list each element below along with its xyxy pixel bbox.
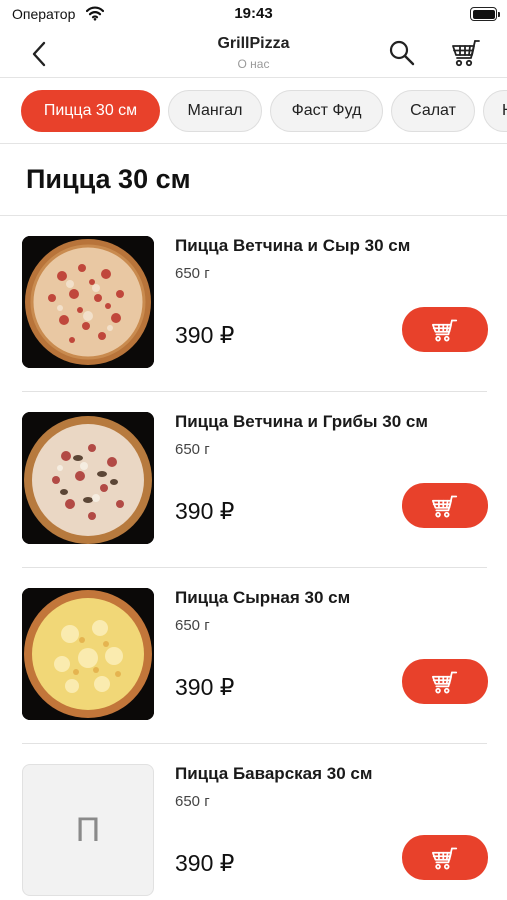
- product-name[interactable]: Пицца Баварская 30 см: [175, 764, 372, 784]
- product-name[interactable]: Пицца Ветчина и Грибы 30 см: [175, 412, 428, 432]
- category-chip-next[interactable]: Н: [483, 90, 507, 132]
- cart-icon: [432, 671, 458, 693]
- add-to-cart-button[interactable]: [402, 835, 488, 880]
- product-image-cheese: [22, 588, 154, 720]
- store-title: GrillPizza: [217, 35, 290, 52]
- product-weight: 650 г: [175, 793, 210, 810]
- product-image-placeholder: П: [22, 764, 154, 896]
- product-price: 390 ₽: [175, 850, 235, 876]
- status-bar: Оператор 19:43: [0, 0, 507, 30]
- product-weight: 650 г: [175, 265, 210, 282]
- search-icon: [389, 40, 415, 66]
- product-image-ham-mushroom: [22, 412, 154, 544]
- product-weight: 650 г: [175, 441, 210, 458]
- product-price: 390 ₽: [175, 674, 235, 700]
- status-time: 19:43: [234, 5, 273, 22]
- add-to-cart-button[interactable]: [402, 307, 488, 352]
- add-to-cart-button[interactable]: [402, 483, 488, 528]
- placeholder-letter: П: [75, 810, 101, 849]
- product-item[interactable]: Пицца Ветчина и Грибы 30 см 650 г 390 ₽: [0, 392, 507, 568]
- product-image-ham-cheese: [22, 236, 154, 368]
- cart-icon: [432, 319, 458, 341]
- category-chip-fast-food[interactable]: Фаст Фуд: [270, 90, 383, 132]
- cart-icon: [452, 40, 480, 67]
- category-chip-salad[interactable]: Салат: [391, 90, 475, 132]
- product-item[interactable]: Пицца Ветчина и Сыр 30 см 650 г 390 ₽: [0, 216, 507, 392]
- product-name[interactable]: Пицца Ветчина и Сыр 30 см: [175, 236, 410, 256]
- search-button[interactable]: [387, 38, 417, 68]
- navigation-bar: GrillPizza О нас: [0, 30, 507, 78]
- category-chip-mangal[interactable]: Мангал: [168, 90, 262, 132]
- product-name[interactable]: Пицца Сырная 30 см: [175, 588, 350, 608]
- battery-icon: [470, 7, 500, 21]
- section-title: Пицца 30 см: [26, 164, 191, 194]
- cart-icon: [432, 847, 458, 869]
- cart-button[interactable]: [450, 36, 484, 70]
- product-item[interactable]: Пицца Сырная 30 см 650 г 390 ₽: [0, 568, 507, 744]
- product-item[interactable]: П Пицца Баварская 30 см 650 г 390 ₽: [0, 744, 507, 900]
- product-weight: 650 г: [175, 617, 210, 634]
- product-price: 390 ₽: [175, 498, 235, 524]
- category-chip-pizza-30[interactable]: Пицца 30 см: [21, 90, 160, 132]
- about-link[interactable]: О нас: [0, 57, 507, 71]
- product-price: 390 ₽: [175, 322, 235, 348]
- add-to-cart-button[interactable]: [402, 659, 488, 704]
- category-tabs: Пицца 30 см Мангал Фаст Фуд Салат Н: [0, 78, 507, 144]
- cart-icon: [432, 495, 458, 517]
